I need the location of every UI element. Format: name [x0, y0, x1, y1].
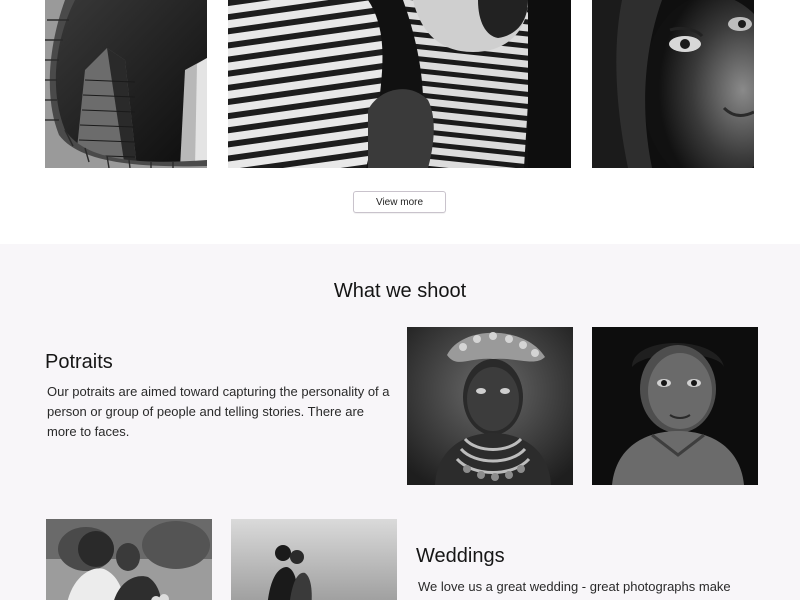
view-more-button[interactable]: View more	[353, 191, 446, 213]
what-we-shoot-section: What we shoot Potraits Our potraits are …	[0, 244, 800, 600]
woman-portrait-photo[interactable]	[592, 0, 754, 168]
portraits-heading: Potraits	[45, 351, 113, 373]
tribal-woman-photo[interactable]	[407, 327, 573, 485]
top-gallery: View more	[0, 0, 800, 244]
striped-shadow-photo[interactable]	[228, 0, 571, 168]
wedding-kiss-photo[interactable]	[231, 519, 397, 600]
wedding-couple-photo[interactable]	[46, 519, 212, 600]
child-portrait-photo[interactable]	[592, 327, 758, 485]
weddings-heading: Weddings	[416, 545, 505, 567]
portraits-description: Our potraits are aimed toward capturing …	[47, 384, 390, 439]
section-title: What we shoot	[333, 280, 467, 302]
architecture-photo[interactable]	[45, 0, 207, 168]
weddings-description: We love us a great wedding - great photo…	[418, 579, 731, 594]
